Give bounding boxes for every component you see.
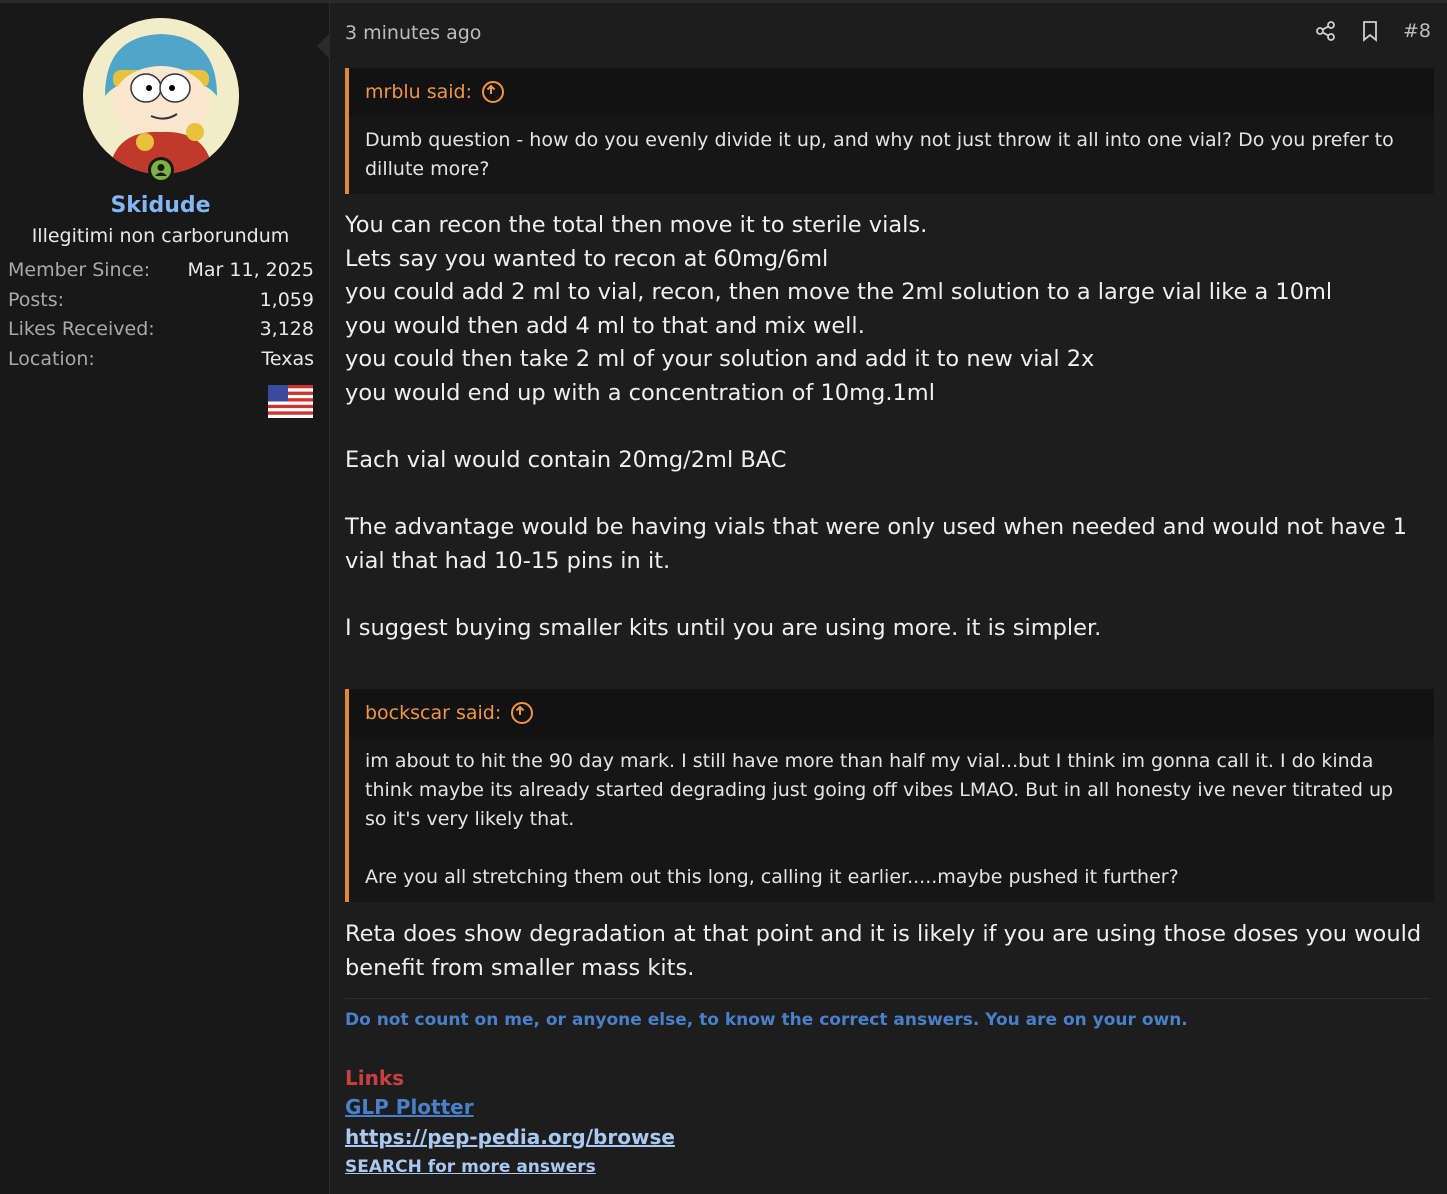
jump-to-quote-icon[interactable] [511, 702, 534, 724]
bookmark-icon[interactable] [1359, 20, 1381, 42]
message-line: you could add 2 ml to vial, recon, then … [345, 279, 1333, 306]
quote-text: Dumb question - how do you evenly divide… [365, 129, 1394, 180]
quote-author[interactable]: bockscar said: [365, 702, 501, 724]
message-line: you would end up with a concentration of… [345, 379, 935, 406]
post-timestamp[interactable]: 3 minutes ago [345, 22, 481, 44]
stat-label: Posts: [8, 288, 65, 311]
stat-value: Mar 11, 2025 [187, 259, 315, 281]
message-body: Reta does show degradation at that point… [345, 918, 1435, 985]
signature-note: Do not count on me, or anyone else, to k… [345, 1010, 1188, 1030]
stat-value: 3,128 [259, 318, 314, 340]
quote-paragraph: im about to hit the 90 day mark. I still… [365, 750, 1394, 830]
message-line: you could then take 2 ml of your solutio… [345, 346, 1095, 373]
message-body: You can recon the total then move it to … [345, 209, 1435, 646]
quote-header: mrblu said: [349, 68, 1434, 116]
signature-divider [345, 998, 1430, 999]
stat-label: Member Since: [8, 259, 151, 281]
us-flag-icon [268, 385, 313, 418]
user-title: Illegitimi non carborundum [31, 225, 290, 247]
message-line: you would then add 4 ml to that and mix … [345, 312, 865, 339]
online-status-icon [148, 157, 174, 183]
message-line: Reta does show degradation at that point… [345, 921, 1422, 981]
post-number-link[interactable]: #8 [1403, 20, 1431, 42]
user-stats: Member Since: Mar 11, 2025 Posts: 1,059 … [8, 259, 314, 377]
signature-links-title: Links [345, 1066, 405, 1090]
post-actions: #8 [1315, 20, 1431, 42]
quote-author[interactable]: mrblu said: [365, 81, 472, 103]
message-line: You can recon the total then move it to … [345, 212, 928, 238]
jump-to-quote-icon[interactable] [482, 81, 505, 103]
quote-paragraph: Are you all stretching them out this lon… [365, 866, 1179, 888]
signature-link-search[interactable]: SEARCH for more answers [345, 1157, 596, 1177]
quote-block: bockscar said: im about to hit the 90 da… [345, 689, 1434, 902]
stat-value[interactable]: Texas [261, 348, 314, 378]
message-line: Each vial would contain 20mg/2ml BAC [345, 447, 787, 474]
stat-label: Location: [8, 347, 95, 370]
message-line: Lets say you wanted to recon at 60mg/6ml [345, 245, 829, 272]
stat-label: Likes Received: [8, 318, 155, 340]
message-line: The advantage would be having vials that… [345, 514, 1408, 574]
share-icon[interactable] [1315, 20, 1337, 42]
username[interactable]: Skidude [0, 193, 321, 218]
user-panel: Skidude Illegitimi non carborundum Membe… [0, 3, 330, 1194]
stat-likes: Likes Received: 3,128 [8, 318, 314, 348]
stat-member-since: Member Since: Mar 11, 2025 [8, 259, 314, 289]
signature-link-glp-plotter[interactable]: GLP Plotter [345, 1095, 474, 1119]
signature-link-pep-pedia[interactable]: https://pep-pedia.org/browse [345, 1125, 675, 1149]
post-arrow [317, 34, 329, 58]
stat-location: Location: Texas [8, 348, 314, 378]
stat-posts: Posts: 1,059 [8, 289, 314, 319]
quote-text: im about to hit the 90 day mark. I still… [349, 737, 1434, 902]
quote-header: bockscar said: [349, 689, 1434, 737]
message-line: I suggest buying smaller kits until you … [345, 615, 1102, 642]
avatar[interactable] [83, 18, 239, 174]
stat-value[interactable]: 1,059 [260, 289, 314, 319]
quote-block: mrblu said: Dumb question - how do you e… [345, 68, 1434, 194]
